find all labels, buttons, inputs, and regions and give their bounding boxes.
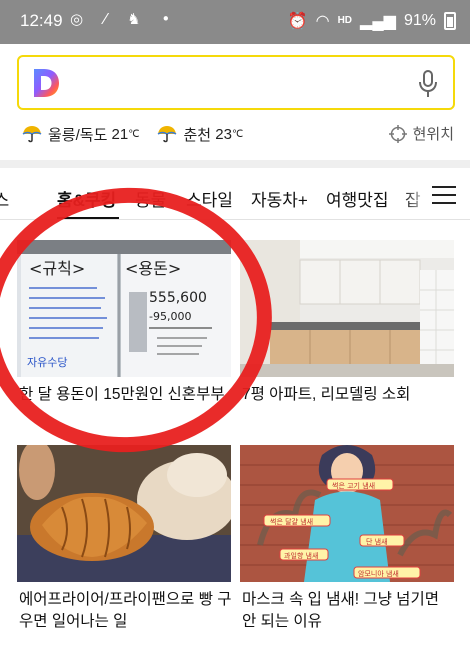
article-thumbnail[interactable]: 썩은 고기 냄새 썩은 달걀 냄새 단 냄새 과일향 냄새 암모니아 냄새 xyxy=(240,445,454,582)
tab-fade xyxy=(402,172,432,219)
smell-label: 과일향 냄새 xyxy=(284,551,318,560)
weather-item[interactable]: 울릉/독도 21 ℃ xyxy=(22,124,139,145)
smell-label: 단 냄새 xyxy=(366,537,388,546)
article-title[interactable]: 마스크 속 입 냄새! 그냥 넘기면 안 되는 이유 xyxy=(242,589,456,633)
umbrella-icon xyxy=(158,126,177,143)
amount-text: 555,600 xyxy=(149,290,207,306)
section-divider xyxy=(0,160,470,168)
article-thumbnail[interactable] xyxy=(17,445,231,582)
alarm-icon: ⏰ xyxy=(287,13,308,30)
weather-item[interactable]: 춘천 23 ℃ xyxy=(157,124,243,145)
crosshair-icon xyxy=(388,124,407,143)
weather-city: 울릉/독도 xyxy=(48,126,108,144)
weather-unit: ℃ xyxy=(231,128,244,140)
article-card[interactable]: 에어프라이어/프라이팬으로 빵 구우면 일어나는 일 xyxy=(17,445,233,645)
tab-news[interactable]: 뉴스 xyxy=(0,186,9,211)
smell-label: 썩은 고기 냄새 xyxy=(332,481,375,490)
battery-icon xyxy=(444,12,456,30)
smell-label: 암모니아 냄새 xyxy=(358,569,399,578)
hd-voice-label: HD xyxy=(337,15,353,26)
allowance-text: <용돈> xyxy=(125,259,181,278)
weather-row[interactable]: 울릉/독도 21 ℃ 춘천 23 ℃ xyxy=(22,122,261,146)
daum-logo-icon[interactable] xyxy=(31,67,61,99)
article-title[interactable]: 7평 아파트, 리모델링 소회 xyxy=(242,384,456,406)
umbrella-icon xyxy=(22,126,42,143)
battery-percent: 91% xyxy=(403,12,436,29)
notification-icons: ◎ ⁄ ♞ • xyxy=(70,10,179,28)
microphone-icon[interactable] xyxy=(417,69,439,99)
search-bar[interactable] xyxy=(17,55,455,110)
weather-temp: 23 xyxy=(215,125,232,143)
article-card[interactable]: 7평 아파트, 리모델링 소회 xyxy=(240,240,454,430)
article-card[interactable]: <규칙> <용돈> 자유수당 555,600 -95,000 한 달 용돈이 1… xyxy=(17,240,231,430)
article-title[interactable]: 한 달 용돈이 15만원인 신혼부부 xyxy=(19,384,233,406)
signal-icon: ▂▄▆ xyxy=(360,13,396,30)
category-tabs: 뉴스 홈&쿠킹 동물 스타일 자동차+ 여행맛집 잡 xyxy=(0,172,470,220)
hamburger-menu-icon[interactable] xyxy=(432,186,456,206)
smell-label: 썩은 달걀 냄새 xyxy=(270,517,313,526)
weather-unit: ℃ xyxy=(128,128,140,140)
weather-city: 춘천 xyxy=(183,126,212,144)
svg-text:자유수당: 자유수당 xyxy=(27,356,67,369)
location-label: 현위치 xyxy=(412,126,454,143)
tab-animals[interactable]: 동물 xyxy=(135,186,166,211)
tab-home-cooking[interactable]: 홈&쿠킹 xyxy=(57,186,116,211)
active-tab-indicator xyxy=(57,217,119,219)
current-location-button[interactable]: 현위치 xyxy=(388,123,454,144)
article-title[interactable]: 에어프라이어/프라이팬으로 빵 구우면 일어나는 일 xyxy=(19,589,233,633)
article-thumbnail[interactable] xyxy=(240,240,454,377)
rule-text: <규칙> xyxy=(29,259,85,278)
article-card[interactable]: 썩은 고기 냄새 썩은 달걀 냄새 단 냄새 과일향 냄새 암모니아 냄새 마스… xyxy=(240,445,454,645)
minus-text: -95,000 xyxy=(149,310,191,323)
tab-travel-food[interactable]: 여행맛집 xyxy=(326,186,389,211)
wifi-icon: ◠ xyxy=(315,13,330,30)
status-time: 12:49 xyxy=(20,11,63,30)
article-thumbnail[interactable]: <규칙> <용돈> 자유수당 555,600 -95,000 xyxy=(17,240,231,377)
tab-style[interactable]: 스타일 xyxy=(186,186,233,211)
weather-temp: 21 xyxy=(111,125,129,143)
tab-cars[interactable]: 자동차+ xyxy=(251,186,308,211)
daum-app-home: 12:49 ◎ ⁄ ♞ • ⏰ ◠ HD ▂▄▆ 91% 울릉/독도 21 ℃ … xyxy=(0,0,470,653)
status-right: ⏰ ◠ HD ▂▄▆ 91% xyxy=(288,11,456,31)
status-bar: 12:49 ◎ ⁄ ♞ • ⏰ ◠ HD ▂▄▆ 91% xyxy=(0,0,470,44)
